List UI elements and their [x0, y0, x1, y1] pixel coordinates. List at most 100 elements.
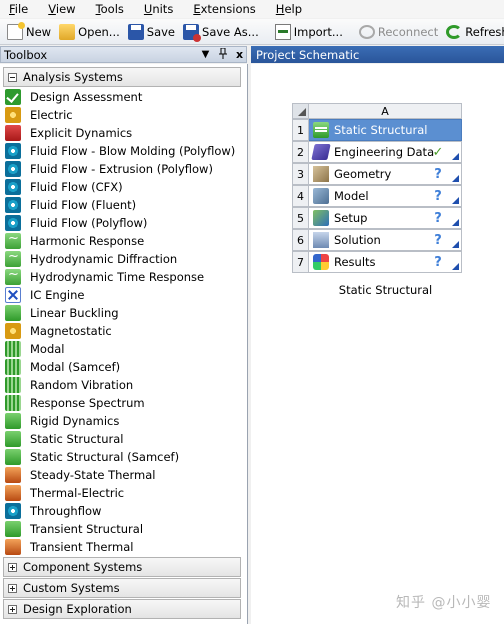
expand-icon[interactable] — [8, 583, 17, 593]
menu-tools[interactable]: Tools — [86, 2, 134, 16]
list-item[interactable]: Fluid Flow - Extrusion (Polyflow) — [5, 160, 243, 178]
save-as-button[interactable]: Save As... — [180, 21, 262, 43]
cell-setup[interactable]: Setup ? — [309, 207, 462, 229]
list-item[interactable]: Magnetostatic — [5, 322, 243, 340]
context-corner-icon[interactable] — [452, 153, 459, 160]
table-row[interactable]: 7 Results ? — [292, 251, 462, 273]
section-custom-systems[interactable]: Custom Systems — [3, 578, 241, 598]
context-corner-icon[interactable] — [452, 197, 459, 204]
save-button[interactable]: Save — [125, 21, 178, 43]
close-icon[interactable]: x — [233, 48, 246, 61]
explicit-dynamics-icon — [5, 125, 21, 141]
pin-icon[interactable] — [216, 47, 229, 61]
list-item[interactable]: Modal (Samcef) — [5, 358, 243, 376]
section-design-exploration[interactable]: Design Exploration — [3, 599, 241, 619]
thermometer-icon — [5, 467, 21, 483]
table-corner[interactable] — [292, 103, 309, 119]
import-button[interactable]: Import... — [272, 21, 346, 43]
list-item[interactable]: Transient Structural — [5, 520, 243, 538]
list-item[interactable]: Transient Thermal — [5, 538, 243, 556]
hydrodynamic-icon — [5, 249, 21, 267]
menu-help[interactable]: Help — [266, 2, 312, 16]
system-caption[interactable]: Static Structural — [309, 283, 462, 297]
table-row[interactable]: 5 Setup ? — [292, 207, 462, 229]
table-row[interactable]: 2 Engineering Data ✓ — [292, 141, 462, 163]
list-item[interactable]: Fluid Flow (Polyflow) — [5, 214, 243, 232]
list-item[interactable]: Modal — [5, 340, 243, 358]
random-vibration-icon — [5, 377, 21, 393]
cell-static-structural[interactable]: Static Structural — [309, 119, 462, 141]
context-corner-icon[interactable] — [452, 219, 459, 226]
model-icon — [313, 188, 329, 204]
context-corner-icon[interactable] — [452, 241, 459, 248]
context-corner-icon[interactable] — [452, 263, 459, 270]
ic-engine-icon — [5, 287, 21, 303]
main-toolbar: New Open... Save Save As... Import... Re… — [0, 19, 504, 45]
list-item[interactable]: IC Engine — [5, 286, 243, 304]
thermal-electric-icon — [5, 485, 21, 501]
fluid-flow-icon — [5, 215, 21, 231]
cell-engineering-data[interactable]: Engineering Data ✓ — [309, 141, 462, 163]
modal-icon — [5, 341, 21, 357]
open-button[interactable]: Open... — [56, 21, 123, 43]
chevron-down-icon[interactable]: ▼ — [199, 48, 212, 61]
table-row[interactable]: 1 Static Structural — [292, 119, 462, 141]
cell-geometry[interactable]: Geometry ? — [309, 163, 462, 185]
cell-solution[interactable]: Solution ? — [309, 229, 462, 251]
row-number: 3 — [292, 163, 309, 185]
list-item[interactable]: Harmonic Response — [5, 231, 243, 250]
list-item[interactable]: Rigid Dynamics — [5, 412, 243, 430]
geometry-icon — [313, 166, 329, 182]
menu-units[interactable]: Units — [134, 2, 183, 16]
menu-file[interactable]: File — [0, 2, 38, 16]
table-row[interactable]: 3 Geometry ? — [292, 163, 462, 185]
fluid-flow-icon — [5, 179, 21, 195]
row-number: 1 — [292, 119, 309, 141]
refresh-project-button[interactable]: Refresh Project — [443, 21, 504, 43]
list-item[interactable]: Hydrodynamic Time Response — [5, 267, 243, 286]
section-component-systems[interactable]: Component Systems — [3, 557, 241, 577]
harmonic-response-icon — [5, 231, 21, 249]
list-item[interactable]: Response Spectrum — [5, 394, 243, 412]
question-icon: ? — [434, 167, 442, 182]
list-item[interactable]: Static Structural — [5, 430, 243, 448]
list-item[interactable]: Electric — [5, 106, 243, 124]
reconnect-icon — [358, 24, 375, 39]
list-item[interactable]: Steady-State Thermal — [5, 466, 243, 484]
list-item[interactable]: Design Assessment — [5, 88, 243, 106]
reconnect-button[interactable]: Reconnect — [356, 21, 441, 43]
magnetostatic-icon — [5, 323, 21, 339]
list-item[interactable]: Throughflow — [5, 502, 243, 520]
setup-icon — [313, 210, 329, 226]
menu-bar: File View Tools Units Extensions Help — [0, 0, 504, 18]
menu-extensions[interactable]: Extensions — [183, 2, 265, 16]
row-number: 2 — [292, 141, 309, 163]
list-item[interactable]: Thermal-Electric — [5, 484, 243, 502]
throughflow-icon — [5, 503, 21, 519]
row-number: 4 — [292, 185, 309, 207]
collapse-icon[interactable] — [8, 72, 17, 82]
folder-icon — [59, 23, 76, 40]
list-item[interactable]: Fluid Flow (CFX) — [5, 178, 243, 196]
list-item[interactable]: Hydrodynamic Diffraction — [5, 249, 243, 268]
list-item[interactable]: Fluid Flow (Fluent) — [5, 196, 243, 214]
cell-results[interactable]: Results ? — [309, 251, 462, 273]
question-icon: ? — [434, 233, 442, 248]
save-as-icon — [183, 23, 202, 42]
list-item[interactable]: Fluid Flow - Blow Molding (Polyflow) — [5, 142, 243, 160]
table-row[interactable]: 4 Model ? — [292, 185, 462, 207]
list-item[interactable]: Static Structural (Samcef) — [5, 448, 243, 466]
expand-icon[interactable] — [8, 604, 17, 614]
engineering-data-icon — [311, 144, 331, 160]
table-row[interactable]: 6 Solution ? — [292, 229, 462, 251]
cell-model[interactable]: Model ? — [309, 185, 462, 207]
new-button[interactable]: New — [4, 21, 54, 43]
toolbox-panel: Analysis Systems Design Assessment Elect… — [0, 64, 248, 624]
expand-icon[interactable] — [8, 562, 17, 572]
list-item[interactable]: Linear Buckling — [5, 304, 243, 322]
section-analysis-systems[interactable]: Analysis Systems — [3, 67, 241, 87]
context-corner-icon[interactable] — [452, 175, 459, 182]
list-item[interactable]: Random Vibration — [5, 376, 243, 394]
menu-view[interactable]: View — [38, 2, 85, 16]
list-item[interactable]: Explicit Dynamics — [5, 124, 243, 142]
